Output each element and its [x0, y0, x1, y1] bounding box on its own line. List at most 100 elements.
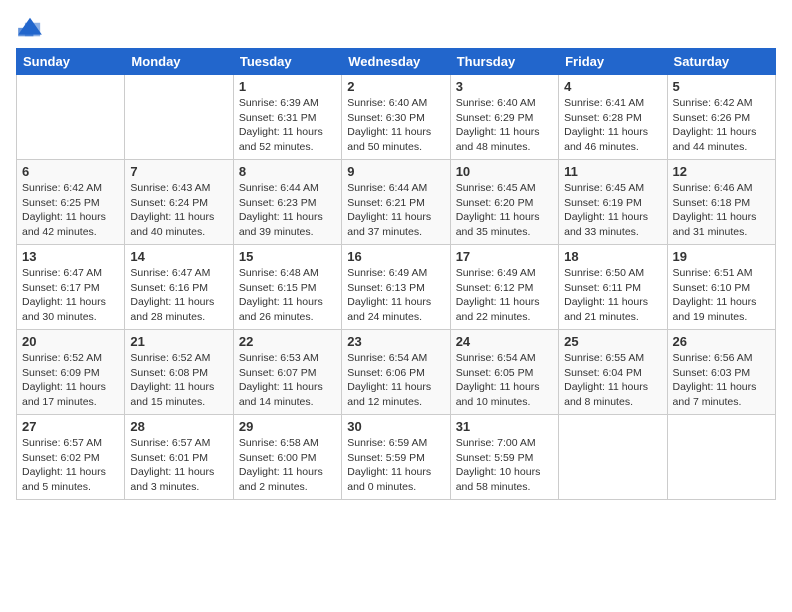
col-header-wednesday: Wednesday — [342, 49, 450, 75]
calendar-cell: 7Sunrise: 6:43 AMSunset: 6:24 PMDaylight… — [125, 160, 233, 245]
calendar-cell: 2 Sunrise: 6:40 AMSunset: 6:30 PMDaylight… — [342, 75, 450, 160]
sunset-text: Sunset: 6:03 PM — [673, 366, 770, 381]
sunset-text: Sunset: 6:23 PM — [239, 196, 336, 211]
sunset-text: Sunset: 6:10 PM — [673, 281, 770, 296]
daylight-text: Daylight: 11 hours and 35 minutes. — [456, 210, 553, 239]
sunrise-text: Sunrise: 6:58 AM — [239, 436, 336, 451]
calendar-cell: 20Sunrise: 6:52 AMSunset: 6:09 PMDayligh… — [17, 330, 125, 415]
cell-content: Sunrise: 6:46 AMSunset: 6:18 PMDaylight:… — [673, 181, 770, 240]
sunrise-text: Sunrise: 6:56 AM — [673, 351, 770, 366]
sunset-text: Sunset: 6:06 PM — [347, 366, 444, 381]
day-number: 9 — [347, 164, 444, 179]
col-header-thursday: Thursday — [450, 49, 558, 75]
daylight-text: Daylight: 11 hours and 28 minutes. — [130, 295, 227, 324]
day-number: 20 — [22, 334, 119, 349]
day-number: 24 — [456, 334, 553, 349]
day-number: 7 — [130, 164, 227, 179]
sunset-text: Sunset: 6:02 PM — [22, 451, 119, 466]
day-number: 31 — [456, 419, 553, 434]
sunset-text: Sunset: 6:05 PM — [456, 366, 553, 381]
cell-content: Sunrise: 6:54 AMSunset: 6:06 PMDaylight:… — [347, 351, 444, 410]
calendar-cell: 22Sunrise: 6:53 AMSunset: 6:07 PMDayligh… — [233, 330, 341, 415]
day-number: 22 — [239, 334, 336, 349]
col-header-monday: Monday — [125, 49, 233, 75]
cell-content: Sunrise: 6:39 AMSunset: 6:31 PMDaylight:… — [239, 96, 336, 155]
sunset-text: Sunset: 5:59 PM — [347, 451, 444, 466]
day-number: 13 — [22, 249, 119, 264]
sunset-text: Sunset: 6:13 PM — [347, 281, 444, 296]
daylight-text: Daylight: 11 hours and 17 minutes. — [22, 380, 119, 409]
cell-content: Sunrise: 6:51 AMSunset: 6:10 PMDaylight:… — [673, 266, 770, 325]
daylight-text: Daylight: 11 hours and 24 minutes. — [347, 295, 444, 324]
sunset-text: Sunset: 6:25 PM — [22, 196, 119, 211]
calendar-week-4: 20Sunrise: 6:52 AMSunset: 6:09 PMDayligh… — [17, 330, 776, 415]
sunset-text: Sunset: 6:28 PM — [564, 111, 661, 126]
cell-content: Sunrise: 6:44 AMSunset: 6:23 PMDaylight:… — [239, 181, 336, 240]
calendar-cell: 5Sunrise: 6:42 AMSunset: 6:26 PMDaylight… — [667, 75, 775, 160]
calendar-cell: 30Sunrise: 6:59 AMSunset: 5:59 PMDayligh… — [342, 415, 450, 500]
daylight-text: Daylight: 11 hours and 7 minutes. — [673, 380, 770, 409]
sunset-text: Sunset: 6:15 PM — [239, 281, 336, 296]
col-header-friday: Friday — [559, 49, 667, 75]
sunset-text: Sunset: 6:12 PM — [456, 281, 553, 296]
sunrise-text: Sunrise: 6:45 AM — [456, 181, 553, 196]
day-number: 14 — [130, 249, 227, 264]
cell-content: Sunrise: 6:59 AMSunset: 5:59 PMDaylight:… — [347, 436, 444, 495]
cell-content: Sunrise: 6:55 AMSunset: 6:04 PMDaylight:… — [564, 351, 661, 410]
sunset-text: Sunset: 6:30 PM — [347, 111, 444, 126]
day-number: 2 — [347, 79, 444, 94]
daylight-text: Daylight: 11 hours and 19 minutes. — [673, 295, 770, 324]
calendar-cell: 4Sunrise: 6:41 AMSunset: 6:28 PMDaylight… — [559, 75, 667, 160]
calendar-cell: 31Sunrise: 7:00 AMSunset: 5:59 PMDayligh… — [450, 415, 558, 500]
calendar-cell: 12Sunrise: 6:46 AMSunset: 6:18 PMDayligh… — [667, 160, 775, 245]
sunset-text: Sunset: 6:00 PM — [239, 451, 336, 466]
daylight-text: Daylight: 11 hours and 5 minutes. — [22, 465, 119, 494]
calendar-week-1: 1Sunrise: 6:39 AMSunset: 6:31 PMDaylight… — [17, 75, 776, 160]
day-number: 27 — [22, 419, 119, 434]
calendar-cell: 18Sunrise: 6:50 AMSunset: 6:11 PMDayligh… — [559, 245, 667, 330]
calendar-cell: 19Sunrise: 6:51 AMSunset: 6:10 PMDayligh… — [667, 245, 775, 330]
sunset-text: Sunset: 6:18 PM — [673, 196, 770, 211]
day-number: 3 — [456, 79, 553, 94]
calendar-cell: 8Sunrise: 6:44 AMSunset: 6:23 PMDaylight… — [233, 160, 341, 245]
sunset-text: Sunset: 6:08 PM — [130, 366, 227, 381]
daylight-text: Daylight: 10 hours and 58 minutes. — [456, 465, 553, 494]
daylight-text: Daylight: 11 hours and 22 minutes. — [456, 295, 553, 324]
cell-content: Sunrise: 6:57 AMSunset: 6:02 PMDaylight:… — [22, 436, 119, 495]
day-number: 17 — [456, 249, 553, 264]
daylight-text: Daylight: 11 hours and 10 minutes. — [456, 380, 553, 409]
daylight-text: Daylight: 11 hours and 33 minutes. — [564, 210, 661, 239]
day-number: 16 — [347, 249, 444, 264]
sunrise-text: Sunrise: 7:00 AM — [456, 436, 553, 451]
daylight-text: Daylight: 11 hours and 37 minutes. — [347, 210, 444, 239]
sunrise-text: Sunrise: 6:52 AM — [22, 351, 119, 366]
calendar-cell: 10Sunrise: 6:45 AMSunset: 6:20 PMDayligh… — [450, 160, 558, 245]
cell-content: Sunrise: 6:58 AMSunset: 6:00 PMDaylight:… — [239, 436, 336, 495]
sunrise-text: Sunrise: 6:57 AM — [130, 436, 227, 451]
daylight-text: Daylight: 11 hours and 42 minutes. — [22, 210, 119, 239]
calendar-cell — [17, 75, 125, 160]
cell-content: Sunrise: 6:45 AMSunset: 6:19 PMDaylight:… — [564, 181, 661, 240]
daylight-text: Daylight: 11 hours and 44 minutes. — [673, 125, 770, 154]
calendar-week-2: 6Sunrise: 6:42 AMSunset: 6:25 PMDaylight… — [17, 160, 776, 245]
cell-content: Sunrise: 6:42 AMSunset: 6:26 PMDaylight:… — [673, 96, 770, 155]
sunrise-text: Sunrise: 6:44 AM — [347, 181, 444, 196]
cell-content: Sunrise: 6:47 AMSunset: 6:17 PMDaylight:… — [22, 266, 119, 325]
cell-content: Sunrise: 6:47 AMSunset: 6:16 PMDaylight:… — [130, 266, 227, 325]
sunset-text: Sunset: 6:16 PM — [130, 281, 227, 296]
calendar-cell: 26Sunrise: 6:56 AMSunset: 6:03 PMDayligh… — [667, 330, 775, 415]
cell-content: Sunrise: 6:54 AMSunset: 6:05 PMDaylight:… — [456, 351, 553, 410]
calendar-cell: 29Sunrise: 6:58 AMSunset: 6:00 PMDayligh… — [233, 415, 341, 500]
sunrise-text: Sunrise: 6:55 AM — [564, 351, 661, 366]
cell-content: Sunrise: 6:40 AMSunset: 6:30 PMDaylight:… — [347, 96, 444, 155]
daylight-text: Daylight: 11 hours and 8 minutes. — [564, 380, 661, 409]
sunrise-text: Sunrise: 6:57 AM — [22, 436, 119, 451]
cell-content: Sunrise: 6:50 AMSunset: 6:11 PMDaylight:… — [564, 266, 661, 325]
calendar-cell: 15Sunrise: 6:48 AMSunset: 6:15 PMDayligh… — [233, 245, 341, 330]
sunrise-text: Sunrise: 6:40 AM — [347, 96, 444, 111]
sunset-text: Sunset: 6:04 PM — [564, 366, 661, 381]
daylight-text: Daylight: 11 hours and 48 minutes. — [456, 125, 553, 154]
sunrise-text: Sunrise: 6:49 AM — [456, 266, 553, 281]
calendar-cell: 1Sunrise: 6:39 AMSunset: 6:31 PMDaylight… — [233, 75, 341, 160]
sunset-text: Sunset: 6:07 PM — [239, 366, 336, 381]
